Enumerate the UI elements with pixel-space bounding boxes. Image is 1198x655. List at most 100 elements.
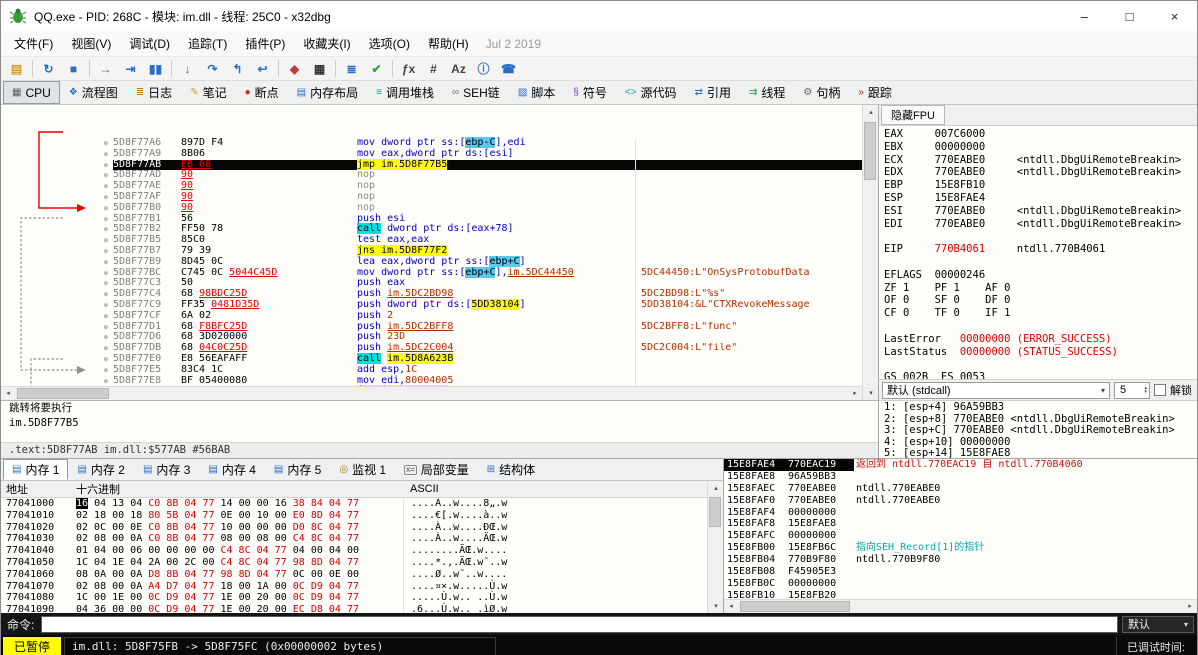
memory-row[interactable]: 77041050 1C 04 1E 04 2A 00 2C 00 C4 8C 04…: [1, 556, 707, 569]
stack-row[interactable]: 15E8FB04 770B9F80 ntdll.770B9F80: [724, 554, 1197, 566]
register-line[interactable]: [884, 358, 1197, 371]
memory-row[interactable]: 77041020 02 0C 00 0E C0 8B 04 77 10 00 00…: [1, 521, 707, 534]
breakpoint-dot[interactable]: ●: [1, 332, 113, 343]
memory-row[interactable]: 77041000 16 04 13 04 C0 8B 04 77 14 00 00…: [1, 498, 707, 510]
btab-locals[interactable]: x= 局部变量: [395, 459, 478, 480]
menu-plugins[interactable]: 插件(P): [236, 31, 294, 56]
scroll-thumb[interactable]: [740, 601, 850, 612]
scroll-up-icon[interactable]: ▴: [708, 481, 724, 495]
maximize-button[interactable]: □: [1107, 1, 1152, 31]
register-line[interactable]: EFLAGS 00000246: [884, 269, 1197, 282]
btab-memory-1[interactable]: ▤ 内存 1: [3, 459, 69, 480]
register-line[interactable]: EDX 770EABE0 <ntdll.DbgUiRemoteBreakin>: [884, 166, 1197, 179]
disasm-row[interactable]: ● 5D8F77A9 8B06 mov eax,dword ptr ds:[esi]: [1, 148, 862, 160]
scroll-right-icon[interactable]: ▸: [848, 390, 862, 397]
memory-row[interactable]: 77041030 02 08 00 0A C0 8B 04 77 08 00 08…: [1, 533, 707, 546]
menu-trace[interactable]: 追踪(T): [179, 31, 236, 56]
breakpoint-dot[interactable]: ●: [1, 376, 113, 386]
register-line[interactable]: EBP 15E8FB10: [884, 179, 1197, 192]
run-to-user-code-button[interactable]: ⇥: [118, 58, 143, 79]
tab-symbols[interactable]: § 符号: [564, 81, 616, 104]
memory-row[interactable]: 77041060 08 0A 00 0A D8 8B 04 77 98 8D 04…: [1, 568, 707, 581]
tab-script[interactable]: ▨ 脚本: [509, 81, 564, 104]
menu-debug[interactable]: 调试(D): [120, 31, 179, 56]
scroll-track[interactable]: [15, 387, 848, 400]
stack-hscrollbar[interactable]: ◂ ▸: [724, 599, 1197, 613]
scroll-left-icon[interactable]: ◂: [1, 390, 15, 397]
tab-source[interactable]: <> 源代码: [616, 81, 686, 104]
stack-row[interactable]: 15E8FAE4 770EAC19 返回到 ntdll.770EAC19 自 ntd…: [724, 459, 1197, 471]
case-convert-button[interactable]: Az: [446, 58, 471, 79]
close-button[interactable]: ×: [1152, 1, 1197, 31]
breakpoint-dot[interactable]: ●: [1, 149, 113, 160]
register-line[interactable]: ECX 770EABE0 <ntdll.DbgUiRemoteBreakin>: [884, 154, 1197, 167]
open-file-button[interactable]: ▤: [4, 58, 29, 79]
stack-row[interactable]: 15E8FAF4 00000000: [724, 507, 1197, 519]
breakpoint-dot[interactable]: ●: [1, 311, 113, 322]
stack-row[interactable]: 15E8FAF8 15E8FAE8: [724, 518, 1197, 530]
arguments-view[interactable]: 1: [esp+4] 96A59BB3 2: [esp+8] 770EABE0 <…: [879, 400, 1197, 458]
scroll-thumb[interactable]: [709, 497, 721, 527]
stack-row[interactable]: 15E8FB10 15E8FB20: [724, 590, 1197, 599]
step-out-button[interactable]: ↰: [225, 58, 250, 79]
disassembly-view[interactable]: ● 5D8F77A6 897D F4 mov dword ptr ss:[ebp-C]…: [1, 105, 862, 386]
title-bar[interactable]: QQ.exe - PID: 268C - 模块: im.dll - 线程: 25…: [1, 1, 1197, 31]
tab-graph[interactable]: ❖ 流程图: [60, 81, 127, 104]
tab-notes[interactable]: ✎ 笔记: [181, 81, 235, 104]
register-line[interactable]: LastError 00000000 (ERROR_SUCCESS): [884, 333, 1197, 346]
btab-memory-2[interactable]: ▤ 内存 2: [68, 459, 133, 480]
report-bug-button[interactable]: ☎: [496, 58, 521, 79]
breakpoint-dot[interactable]: ●: [1, 181, 113, 192]
register-line[interactable]: [884, 256, 1197, 269]
tab-breakpoints[interactable]: ● 断点: [236, 81, 288, 104]
memory-row[interactable]: 77041070 02 08 00 0A A4 D7 04 77 18 00 1A…: [1, 580, 707, 593]
breakpoint-dot[interactable]: ●: [1, 138, 113, 149]
breakpoint-dot[interactable]: ●: [1, 257, 113, 268]
tab-references[interactable]: ⇄ 引用: [686, 81, 740, 104]
breakpoint-dot[interactable]: ●: [1, 343, 113, 354]
breakpoint-dot[interactable]: ●: [1, 170, 113, 181]
breakpoint-dot[interactable]: ●: [1, 365, 113, 376]
register-line[interactable]: ZF 1 PF 1 AF 0: [884, 282, 1197, 295]
btab-memory-5[interactable]: ▤ 内存 5: [265, 459, 330, 480]
step-into-button[interactable]: ↓: [175, 58, 200, 79]
functions-button[interactable]: ƒx: [396, 58, 421, 79]
stack-row[interactable]: 15E8FAE8 96A59BB3: [724, 471, 1197, 483]
tab-call-stack[interactable]: ≡ 调用堆栈: [367, 81, 443, 104]
register-line[interactable]: EDI 770EABE0 <ntdll.DbgUiRemoteBreakin>: [884, 218, 1197, 231]
breakpoint-dot[interactable]: ●: [1, 235, 113, 246]
run-to-return-button[interactable]: ↩: [250, 58, 275, 79]
scroll-down-icon[interactable]: ▾: [863, 386, 879, 400]
scroll-left-icon[interactable]: ◂: [724, 603, 738, 610]
menu-help[interactable]: 帮助(H): [419, 31, 478, 56]
register-line[interactable]: ESI 770EABE0 <ntdll.DbgUiRemoteBreakin>: [884, 205, 1197, 218]
command-input[interactable]: [41, 615, 1118, 633]
breakpoint-dot[interactable]: ●: [1, 268, 113, 279]
breakpoint-dot[interactable]: ●: [1, 354, 113, 365]
breakpoint-dot[interactable]: ●: [1, 214, 113, 225]
trace-coverage-button[interactable]: ▦: [307, 58, 332, 79]
run-button[interactable]: →: [93, 58, 118, 79]
scroll-thumb[interactable]: [864, 122, 876, 180]
stack-row[interactable]: 15E8FB00 15E8FB6C 指向SEH_Record[1]的指针: [724, 542, 1197, 554]
breakpoint-dot[interactable]: ●: [1, 322, 113, 333]
about-info-button[interactable]: ⓘ: [471, 58, 496, 79]
register-line[interactable]: [884, 230, 1197, 243]
unlock-checkbox[interactable]: [1154, 384, 1166, 396]
tab-threads[interactable]: ⇉ 线程: [740, 81, 794, 104]
step-over-button[interactable]: ↷: [200, 58, 225, 79]
scroll-track[interactable]: [738, 600, 1183, 613]
breakpoint-dot[interactable]: ●: [1, 300, 113, 311]
stack-row[interactable]: 15E8FAF0 770EABE0 ntdll.770EABE0: [724, 495, 1197, 507]
stack-row[interactable]: 15E8FAFC 00000000: [724, 530, 1197, 542]
disasm-row[interactable]: ● 5D8F77B0 90 nop: [1, 202, 862, 214]
menu-options[interactable]: 选项(O): [360, 31, 419, 56]
breakpoint-dot[interactable]: ●: [1, 289, 113, 300]
hash-window-button[interactable]: #: [421, 58, 446, 79]
register-line[interactable]: CF 0 TF 0 IF 1: [884, 307, 1197, 320]
register-line[interactable]: EAX 007C6000: [884, 128, 1197, 141]
register-line[interactable]: EIP 770B4061 ntdll.770B4061: [884, 243, 1197, 256]
calling-convention-select[interactable]: 默认 (stdcall) ▾: [882, 381, 1110, 399]
stack-row[interactable]: 15E8FAEC 770EABE0 ntdll.770EABE0: [724, 483, 1197, 495]
breakpoint-dot[interactable]: ●: [1, 203, 113, 214]
